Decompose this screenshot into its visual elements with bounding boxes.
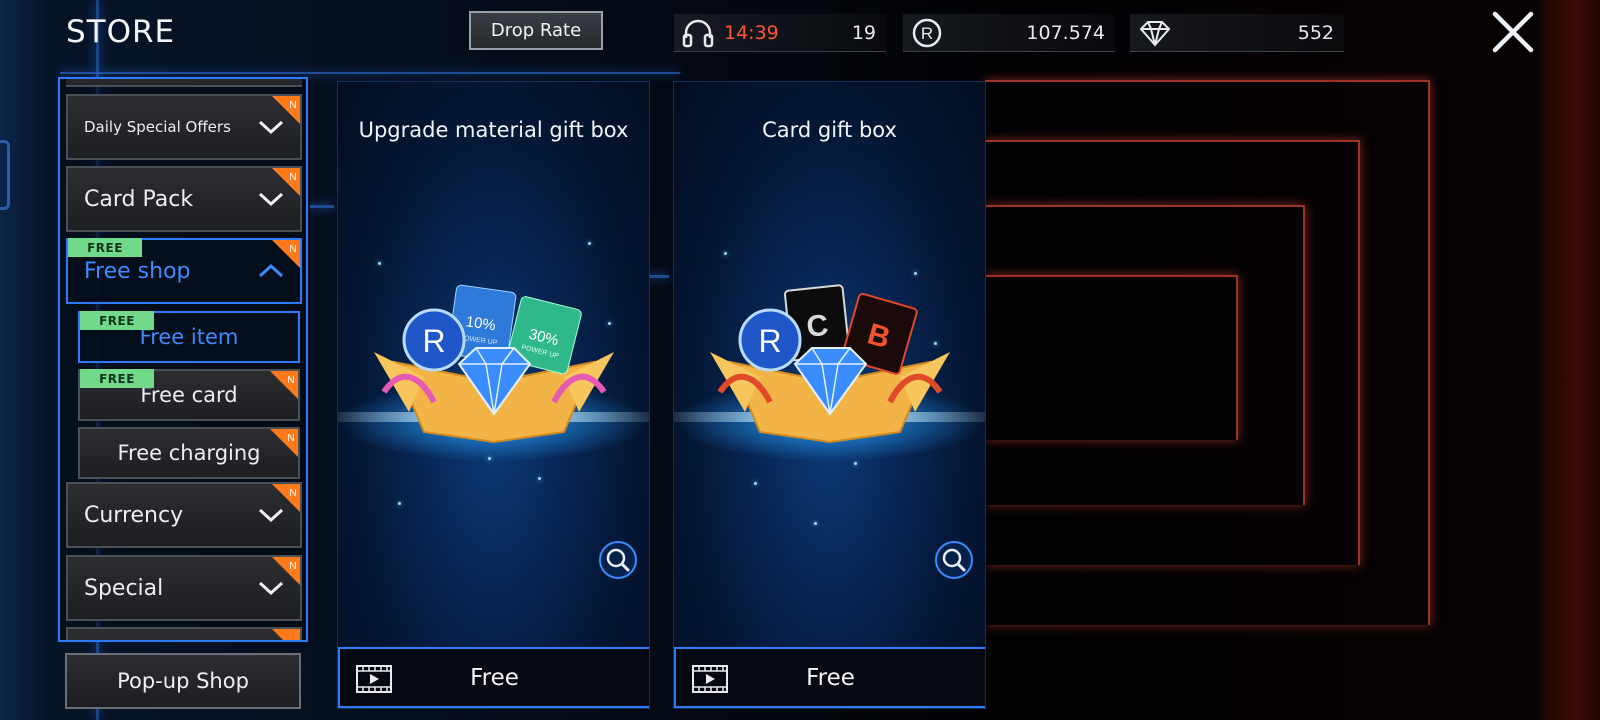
- svg-text:R: R: [422, 323, 445, 359]
- subitem-label: Free card: [140, 383, 238, 407]
- claim-free-button[interactable]: Free: [674, 647, 985, 708]
- category-overflow-item[interactable]: [66, 627, 302, 640]
- coin-display: R 107.574: [903, 14, 1115, 52]
- svg-text:N: N: [289, 244, 296, 255]
- category-card-pack[interactable]: Card Pack N: [66, 166, 302, 232]
- category-label: Currency: [84, 502, 184, 528]
- svg-text:N: N: [287, 433, 294, 444]
- svg-text:N: N: [289, 561, 296, 572]
- subitem-free-charging[interactable]: Free charging N: [78, 427, 300, 479]
- gem-amount: 552: [1297, 21, 1334, 44]
- category-currency[interactable]: Currency N: [66, 482, 302, 548]
- drop-rate-button[interactable]: Drop Rate: [469, 11, 603, 50]
- r-coin-icon: R: [911, 17, 943, 49]
- scroll-overflow-item: [66, 79, 302, 87]
- subitem-free-card[interactable]: FREE Free card N: [78, 369, 300, 421]
- new-badge-icon: [272, 629, 300, 640]
- svg-text:R: R: [758, 323, 781, 359]
- store-category-menu[interactable]: Daily Special Offers N Card Pack N FREE …: [58, 77, 308, 642]
- svg-text:N: N: [287, 375, 294, 386]
- hex-frame-decoration: [0, 140, 10, 210]
- free-tag: FREE: [80, 369, 154, 388]
- product-card-card-gift-box[interactable]: Card gift box C B R Free: [673, 81, 986, 709]
- product-card-upgrade-material[interactable]: Upgrade material gift box 10% POWER UP 3…: [337, 81, 650, 709]
- video-ad-icon: [356, 665, 392, 693]
- subitem-free-item[interactable]: FREE Free item: [78, 311, 300, 363]
- close-button[interactable]: [1491, 10, 1535, 54]
- new-badge-icon: N: [270, 429, 298, 457]
- diamond-icon: [1138, 19, 1172, 47]
- category-special[interactable]: Special N: [66, 555, 302, 621]
- subitem-label: Free item: [139, 325, 239, 349]
- popup-shop-button[interactable]: Pop-up Shop: [65, 653, 301, 709]
- headphones-icon: [682, 18, 714, 48]
- subitem-label: Free charging: [117, 441, 261, 465]
- svg-text:N: N: [289, 100, 296, 111]
- energy-count: 19: [851, 21, 876, 44]
- price-label: Free: [806, 664, 855, 691]
- category-label: Free shop: [84, 258, 191, 284]
- coin-amount: 107.574: [1026, 21, 1105, 44]
- video-ad-icon: [692, 665, 728, 693]
- svg-text:N: N: [289, 488, 296, 499]
- new-badge-icon: N: [272, 557, 300, 585]
- price-label: Free: [470, 664, 519, 691]
- new-badge-icon: N: [272, 96, 300, 124]
- energy-timer: 14:39: [724, 21, 779, 44]
- category-daily-special-offers[interactable]: Daily Special Offers N: [66, 94, 302, 160]
- claim-free-button[interactable]: Free: [338, 647, 649, 708]
- new-badge-icon: N: [270, 371, 298, 399]
- category-free-shop[interactable]: FREE Free shop N: [66, 238, 302, 304]
- category-label: Card Pack: [84, 186, 194, 212]
- product-title: Upgrade material gift box: [358, 118, 629, 142]
- svg-text:N: N: [289, 172, 296, 183]
- zoom-details-icon[interactable]: [934, 540, 974, 580]
- zoom-details-icon[interactable]: [598, 540, 638, 580]
- category-label: Daily Special Offers: [84, 118, 231, 136]
- category-label: Special: [84, 575, 164, 601]
- svg-text:R: R: [921, 24, 933, 43]
- free-tag: FREE: [80, 311, 154, 330]
- close-icon: [1492, 11, 1534, 53]
- svg-text:C: C: [805, 309, 830, 344]
- new-badge-icon: N: [272, 484, 300, 512]
- upgrade-material-gift-box-image: 10% POWER UP 30% POWER UP R: [374, 284, 614, 444]
- page-title: STORE: [66, 14, 176, 50]
- energy-display: 14:39 19: [674, 14, 886, 52]
- card-gift-box-image: C B R: [710, 284, 950, 444]
- new-badge-icon: N: [272, 240, 300, 268]
- free-tag: FREE: [68, 238, 142, 257]
- gem-display: 552: [1130, 14, 1344, 52]
- new-badge-icon: N: [272, 168, 300, 196]
- product-title: Card gift box: [762, 118, 897, 142]
